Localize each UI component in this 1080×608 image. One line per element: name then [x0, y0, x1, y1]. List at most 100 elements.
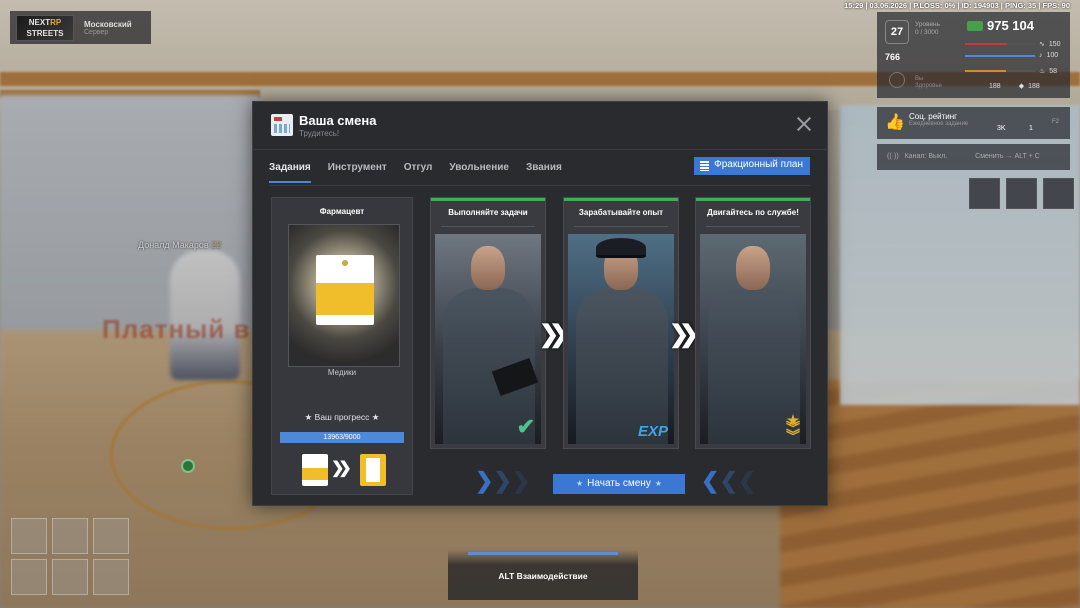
- hud-bar-row: ♨ 58: [965, 67, 1057, 75]
- city-name: Московский: [84, 19, 132, 29]
- server-logo: NEXTRP STREETS: [16, 14, 74, 41]
- level-label: Уровень 0 / 3000: [915, 21, 940, 37]
- level-label-text: Уровень: [915, 21, 941, 28]
- officer-with-tablet-image: ✔: [435, 234, 541, 444]
- bar-fill: [965, 43, 1007, 45]
- stat-value: 766: [885, 52, 901, 62]
- social-value-1: 3K: [997, 125, 1006, 132]
- inventory-slot[interactable]: [93, 559, 129, 595]
- hud-small-value: 188: [989, 82, 1001, 90]
- double-arrow-icon: ❯❯: [331, 460, 352, 477]
- level-progress-text: 0 / 3000: [915, 29, 939, 36]
- logo-text: STREETS: [26, 28, 64, 38]
- inventory-slot[interactable]: [93, 518, 129, 554]
- step-caption: Зарабатывайте опыт: [578, 208, 664, 217]
- armor-bar: [965, 54, 1035, 57]
- department-name: Медики: [327, 368, 357, 377]
- notification-button[interactable]: [1043, 178, 1074, 209]
- tab-dismissal[interactable]: Увольнение: [449, 160, 509, 183]
- social-rating-panel[interactable]: 👍 Соц. рейтинг Ежедневное задание 3K 1 F…: [877, 107, 1070, 139]
- shift-modal: Ваша смена Трудитесь! Задания Инструмент…: [252, 101, 828, 506]
- food-icon: ♨: [1039, 68, 1046, 75]
- social-title: Соц. рейтинг: [909, 112, 958, 121]
- step-caption: Выполняйте задачи: [448, 208, 528, 217]
- tab-divider: [269, 185, 811, 186]
- voice-channel-panel[interactable]: ((·)) Канал: Выкл. Сменить → ALT + C: [877, 144, 1070, 170]
- server-info: NEXTRP STREETS Московский Сервер: [10, 11, 151, 44]
- star-icon: ★: [576, 479, 584, 488]
- current-rank-icon: [302, 454, 328, 486]
- rank-title: Фармацевт: [319, 207, 365, 216]
- tab-day-off[interactable]: Отгул: [404, 160, 433, 183]
- radio-icon: ((·)): [887, 153, 899, 160]
- modal-title: Ваша смена: [299, 113, 377, 128]
- food-bar: [965, 70, 1035, 72]
- social-hotkey: F2: [1052, 119, 1060, 125]
- officer-standing-image: ★ ︾ ︾: [700, 234, 806, 444]
- step-accent: [431, 198, 545, 201]
- tab-tasks[interactable]: Задания: [269, 160, 311, 183]
- step-divider: [706, 226, 800, 227]
- channel-keys: ALT + C: [1014, 153, 1040, 160]
- bar-fill: [965, 54, 1035, 57]
- bar-fill: [965, 70, 1006, 72]
- close-icon[interactable]: [795, 115, 813, 133]
- calendar-button[interactable]: [969, 178, 1000, 209]
- progress-label: ★ Ваш прогресс ★: [304, 412, 380, 422]
- police-cap-icon: [596, 238, 646, 258]
- hud-bar-row: ♪ 100: [965, 52, 1058, 59]
- health-bar: [965, 43, 1035, 45]
- start-shift-button[interactable]: ★ Начать смену ★: [553, 474, 685, 494]
- channel-hint: Сменить →: [975, 153, 1013, 160]
- rank-image: [288, 224, 400, 367]
- officer-head: [471, 246, 505, 290]
- hud-bar-value: 188: [1028, 82, 1040, 90]
- rank-chevron-icon: ★ ︾ ︾: [786, 412, 800, 444]
- step-divider: [574, 226, 668, 227]
- hud-lower-label: Вы Здоровье: [915, 76, 942, 90]
- inventory-slot[interactable]: [52, 518, 88, 554]
- step-accent: [564, 198, 678, 201]
- inventory-slot[interactable]: [11, 559, 47, 595]
- decorative-arrows-right: ❯❯❯: [475, 468, 531, 493]
- checkmark-icon: ✔: [516, 414, 535, 439]
- tag-stripe: [316, 283, 374, 315]
- officer-head: [736, 246, 770, 290]
- social-sub: Ежедневное задание: [909, 121, 969, 127]
- channel-label: Канал: Выкл.: [904, 153, 948, 160]
- decorative-arrows-left: ❮❮❮: [701, 468, 757, 493]
- exp-icon: EXP: [637, 423, 668, 440]
- heartbeat-icon: ∿: [1039, 41, 1045, 48]
- status-bar: 15:29 | 03.06.2026 | P.LOSS: 0% | ID: 19…: [844, 1, 1070, 10]
- mic-icon: ♪: [1039, 52, 1043, 59]
- step-accent: [696, 198, 810, 201]
- progress-card: Фармацевт Медики ★ Ваш прогресс ★ 13963/…: [271, 197, 413, 495]
- shield-icon: ◆: [1018, 83, 1025, 90]
- lower-label: Вы: [915, 76, 924, 82]
- hud-bar-row: 188 ◆ 188: [989, 82, 1040, 91]
- menu-button[interactable]: [1006, 178, 1037, 209]
- medical-tag-icon: [316, 255, 374, 325]
- city-sub: Сервер: [84, 28, 109, 36]
- level-badge: 27: [885, 20, 909, 44]
- thumbs-up-icon: 👍: [885, 114, 905, 131]
- inventory-slot[interactable]: [52, 559, 88, 595]
- next-rank-icon: [360, 454, 386, 486]
- officer-arms-crossed-image: EXP: [568, 234, 674, 444]
- interaction-hint: ALT Взаимодействие: [448, 550, 638, 600]
- social-value-2: 1: [1029, 125, 1033, 132]
- tab-tool[interactable]: Инструмент: [328, 160, 387, 183]
- double-arrow-icon: ❯❯: [539, 321, 569, 348]
- faction-plan-button[interactable]: Фракционный план: [694, 157, 810, 175]
- step-divider: [441, 226, 535, 227]
- step-card-tasks: Выполняйте задачи ✔: [430, 197, 546, 449]
- health-icon: [889, 72, 905, 88]
- money-amount: 975 104: [987, 18, 1034, 33]
- inventory-slot[interactable]: [11, 518, 47, 554]
- progress-bar: 13963/9000: [280, 432, 404, 443]
- tab-ranks[interactable]: Звания: [526, 160, 562, 183]
- player-hud: 27 Уровень 0 / 3000 975 104 766 ∿ 150 ♪ 100…: [877, 12, 1070, 98]
- hud-bar-value: 100: [1046, 52, 1059, 59]
- star-icon: ★: [654, 479, 662, 488]
- tag-hole: [342, 260, 348, 266]
